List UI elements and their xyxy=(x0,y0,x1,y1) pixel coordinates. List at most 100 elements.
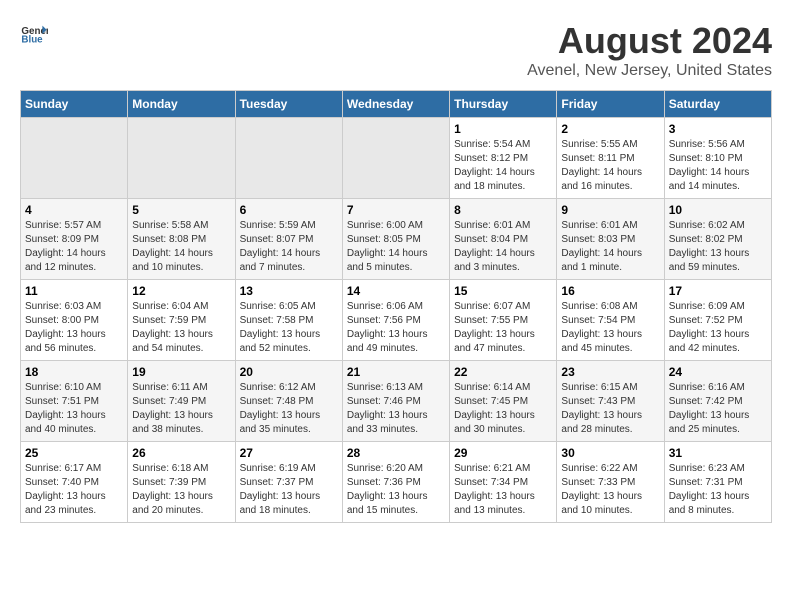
day-info: Sunrise: 5:55 AM Sunset: 8:11 PM Dayligh… xyxy=(561,138,659,194)
day-info: Sunrise: 6:22 AM Sunset: 7:33 PM Dayligh… xyxy=(561,462,659,518)
day-info: Sunrise: 6:23 AM Sunset: 7:31 PM Dayligh… xyxy=(669,462,767,518)
calendar-header-row: SundayMondayTuesdayWednesdayThursdayFrid… xyxy=(21,91,772,118)
calendar-day-cell: 12 Sunrise: 6:04 AM Sunset: 7:59 PM Dayli… xyxy=(128,280,235,361)
day-number: 1 xyxy=(454,122,552,136)
calendar-day-cell: 19 Sunrise: 6:11 AM Sunset: 7:49 PM Dayli… xyxy=(128,361,235,442)
calendar-day-cell: 21Sunrise: 6:13 AM Sunset: 7:46 PM Dayli… xyxy=(342,361,449,442)
calendar-day-cell: 15Sunrise: 6:07 AM Sunset: 7:55 PM Dayli… xyxy=(450,280,557,361)
page-header: General Blue August 2024 Avenel, New Jer… xyxy=(20,20,772,80)
main-title: August 2024 xyxy=(527,20,772,62)
calendar-day-cell: 6 Sunrise: 5:59 AM Sunset: 8:07 PM Daylig… xyxy=(235,199,342,280)
day-info: Sunrise: 6:05 AM Sunset: 7:58 PM Dayligh… xyxy=(240,300,338,356)
day-info: Sunrise: 6:19 AM Sunset: 7:37 PM Dayligh… xyxy=(240,462,338,518)
calendar-week-row: 25 Sunrise: 6:17 AM Sunset: 7:40 PM Dayli… xyxy=(21,442,772,523)
day-info: Sunrise: 5:54 AM Sunset: 8:12 PM Dayligh… xyxy=(454,138,552,194)
day-info: Sunrise: 6:18 AM Sunset: 7:39 PM Dayligh… xyxy=(132,462,230,518)
calendar-day-cell: 18 Sunrise: 6:10 AM Sunset: 7:51 PM Dayli… xyxy=(21,361,128,442)
logo: General Blue xyxy=(20,20,48,48)
day-number: 29 xyxy=(454,446,552,460)
calendar-day-header: Thursday xyxy=(450,91,557,118)
day-number: 8 xyxy=(454,203,552,217)
calendar-day-cell: 29 Sunrise: 6:21 AM Sunset: 7:34 PM Dayli… xyxy=(450,442,557,523)
day-number: 30 xyxy=(561,446,659,460)
day-info: Sunrise: 5:58 AM Sunset: 8:08 PM Dayligh… xyxy=(132,219,230,275)
calendar-day-cell: 26 Sunrise: 6:18 AM Sunset: 7:39 PM Dayli… xyxy=(128,442,235,523)
day-info: Sunrise: 6:00 AM Sunset: 8:05 PM Dayligh… xyxy=(347,219,445,275)
day-number: 18 xyxy=(25,365,123,379)
day-number: 22 xyxy=(454,365,552,379)
calendar-day-cell: 17Sunrise: 6:09 AM Sunset: 7:52 PM Dayli… xyxy=(664,280,771,361)
day-info: Sunrise: 6:20 AM Sunset: 7:36 PM Dayligh… xyxy=(347,462,445,518)
calendar-day-cell: 9 Sunrise: 6:01 AM Sunset: 8:03 PM Daylig… xyxy=(557,199,664,280)
day-info: Sunrise: 6:14 AM Sunset: 7:45 PM Dayligh… xyxy=(454,381,552,437)
day-info: Sunrise: 6:01 AM Sunset: 8:04 PM Dayligh… xyxy=(454,219,552,275)
calendar-day-cell: 1 Sunrise: 5:54 AM Sunset: 8:12 PM Daylig… xyxy=(450,118,557,199)
calendar-week-row: 18 Sunrise: 6:10 AM Sunset: 7:51 PM Dayli… xyxy=(21,361,772,442)
day-number: 9 xyxy=(561,203,659,217)
calendar-day-cell: 25 Sunrise: 6:17 AM Sunset: 7:40 PM Dayli… xyxy=(21,442,128,523)
calendar-day-cell: 16 Sunrise: 6:08 AM Sunset: 7:54 PM Dayli… xyxy=(557,280,664,361)
calendar-day-cell: 13Sunrise: 6:05 AM Sunset: 7:58 PM Dayli… xyxy=(235,280,342,361)
day-info: Sunrise: 6:21 AM Sunset: 7:34 PM Dayligh… xyxy=(454,462,552,518)
day-info: Sunrise: 6:04 AM Sunset: 7:59 PM Dayligh… xyxy=(132,300,230,356)
day-number: 16 xyxy=(561,284,659,298)
day-number: 11 xyxy=(25,284,123,298)
day-info: Sunrise: 6:12 AM Sunset: 7:48 PM Dayligh… xyxy=(240,381,338,437)
day-info: Sunrise: 5:56 AM Sunset: 8:10 PM Dayligh… xyxy=(669,138,767,194)
day-info: Sunrise: 6:09 AM Sunset: 7:52 PM Dayligh… xyxy=(669,300,767,356)
calendar-day-header: Sunday xyxy=(21,91,128,118)
day-info: Sunrise: 6:03 AM Sunset: 8:00 PM Dayligh… xyxy=(25,300,123,356)
calendar-day-cell: 4Sunrise: 5:57 AM Sunset: 8:09 PM Daylig… xyxy=(21,199,128,280)
day-number: 3 xyxy=(669,122,767,136)
calendar-day-cell: 24 Sunrise: 6:16 AM Sunset: 7:42 PM Dayli… xyxy=(664,361,771,442)
calendar-table: SundayMondayTuesdayWednesdayThursdayFrid… xyxy=(20,90,772,523)
calendar-day-cell xyxy=(128,118,235,199)
calendar-day-cell: 5 Sunrise: 5:58 AM Sunset: 8:08 PM Daylig… xyxy=(128,199,235,280)
day-number: 19 xyxy=(132,365,230,379)
calendar-day-cell: 7 Sunrise: 6:00 AM Sunset: 8:05 PM Daylig… xyxy=(342,199,449,280)
calendar-day-cell: 10Sunrise: 6:02 AM Sunset: 8:02 PM Dayli… xyxy=(664,199,771,280)
day-info: Sunrise: 6:11 AM Sunset: 7:49 PM Dayligh… xyxy=(132,381,230,437)
day-number: 12 xyxy=(132,284,230,298)
day-info: Sunrise: 6:15 AM Sunset: 7:43 PM Dayligh… xyxy=(561,381,659,437)
day-number: 27 xyxy=(240,446,338,460)
title-block: August 2024 Avenel, New Jersey, United S… xyxy=(527,20,772,80)
day-number: 31 xyxy=(669,446,767,460)
day-number: 28 xyxy=(347,446,445,460)
day-number: 7 xyxy=(347,203,445,217)
day-number: 25 xyxy=(25,446,123,460)
day-number: 10 xyxy=(669,203,767,217)
day-number: 2 xyxy=(561,122,659,136)
day-number: 24 xyxy=(669,365,767,379)
calendar-day-cell xyxy=(235,118,342,199)
calendar-week-row: 1 Sunrise: 5:54 AM Sunset: 8:12 PM Daylig… xyxy=(21,118,772,199)
day-info: Sunrise: 6:16 AM Sunset: 7:42 PM Dayligh… xyxy=(669,381,767,437)
calendar-day-header: Wednesday xyxy=(342,91,449,118)
calendar-day-cell: 8 Sunrise: 6:01 AM Sunset: 8:04 PM Daylig… xyxy=(450,199,557,280)
calendar-day-cell: 23 Sunrise: 6:15 AM Sunset: 7:43 PM Dayli… xyxy=(557,361,664,442)
day-info: Sunrise: 6:08 AM Sunset: 7:54 PM Dayligh… xyxy=(561,300,659,356)
subtitle: Avenel, New Jersey, United States xyxy=(527,62,772,80)
calendar-day-cell: 30 Sunrise: 6:22 AM Sunset: 7:33 PM Dayli… xyxy=(557,442,664,523)
day-number: 6 xyxy=(240,203,338,217)
svg-text:Blue: Blue xyxy=(21,34,43,45)
day-info: Sunrise: 6:06 AM Sunset: 7:56 PM Dayligh… xyxy=(347,300,445,356)
calendar-day-cell: 2 Sunrise: 5:55 AM Sunset: 8:11 PM Daylig… xyxy=(557,118,664,199)
calendar-day-cell xyxy=(21,118,128,199)
calendar-day-header: Saturday xyxy=(664,91,771,118)
logo-icon: General Blue xyxy=(20,20,48,48)
calendar-day-header: Monday xyxy=(128,91,235,118)
calendar-day-cell: 3 Sunrise: 5:56 AM Sunset: 8:10 PM Daylig… xyxy=(664,118,771,199)
calendar-day-cell: 20Sunrise: 6:12 AM Sunset: 7:48 PM Dayli… xyxy=(235,361,342,442)
day-info: Sunrise: 6:01 AM Sunset: 8:03 PM Dayligh… xyxy=(561,219,659,275)
day-number: 4 xyxy=(25,203,123,217)
day-info: Sunrise: 6:17 AM Sunset: 7:40 PM Dayligh… xyxy=(25,462,123,518)
day-number: 26 xyxy=(132,446,230,460)
day-info: Sunrise: 6:10 AM Sunset: 7:51 PM Dayligh… xyxy=(25,381,123,437)
calendar-day-cell xyxy=(342,118,449,199)
day-number: 23 xyxy=(561,365,659,379)
day-number: 14 xyxy=(347,284,445,298)
day-number: 21 xyxy=(347,365,445,379)
day-info: Sunrise: 5:59 AM Sunset: 8:07 PM Dayligh… xyxy=(240,219,338,275)
day-number: 5 xyxy=(132,203,230,217)
